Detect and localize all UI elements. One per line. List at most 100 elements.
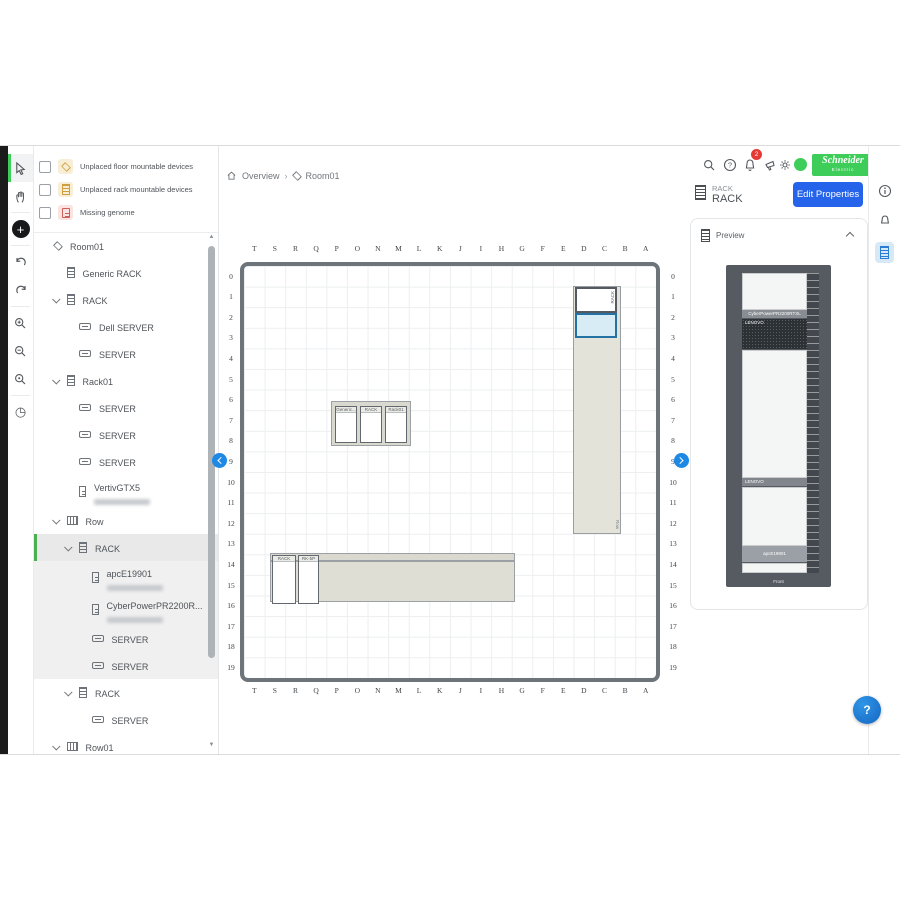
select-tool-button[interactable] [8,154,33,182]
grid-column-label: K [429,244,450,253]
pan-tool-button[interactable] [8,182,33,210]
room-icon [54,242,62,250]
schneider-electric-logo: Schneider Electric [812,154,874,176]
grid-row-label: 11 [223,498,239,507]
tree-item-row01[interactable]: Row01 [34,733,218,754]
tree-scrollbar[interactable]: ▲ ▼ [207,234,216,748]
floating-help-button[interactable]: ? [853,696,881,724]
help-button[interactable]: ? [722,157,738,173]
canvas-rack-group[interactable]: Generic... RACK Rack01 [331,401,411,446]
undo-icon [14,255,28,269]
tree-item-server[interactable]: SERVER [34,706,218,733]
add-device-button[interactable]: + [8,215,33,243]
tree-item-server[interactable]: SERVER [34,625,218,652]
canvas-rack-selected[interactable] [575,313,617,338]
zoom-reset-button[interactable] [8,365,33,393]
grid-row-label: 7 [223,416,239,425]
server-icon [79,458,91,465]
tree-item-dell-server[interactable]: Dell SERVER [34,313,218,340]
edit-properties-button[interactable]: Edit Properties [793,182,863,207]
preview-header: Preview [701,229,744,242]
preview-card: Preview CyberPowerPR2200RTXL LENOVO LENO… [690,218,868,610]
scroll-up-icon[interactable]: ▲ [207,234,216,240]
chevron-down-icon[interactable] [52,376,60,384]
grid-row-label: 1 [223,292,239,301]
tree-item-label: Rack01 [83,377,114,387]
collapse-left-panel-button[interactable] [212,453,227,468]
tree-item-vertivgtx5[interactable]: VertivGTX5 [34,475,218,507]
tree-item-generic-rack[interactable]: Generic RACK [34,259,218,286]
account-status-indicator[interactable] [794,158,807,171]
zoom-out-button[interactable] [8,337,33,365]
feedback-button[interactable] [762,157,778,173]
filter-label: Missing genome [80,208,135,217]
tree-item-rack[interactable]: RACK [34,286,218,313]
undo-button[interactable] [8,248,33,276]
notification-badge: 2 [751,149,762,160]
chevron-down-icon[interactable] [52,295,60,303]
tree-item-rack[interactable]: RACK [34,679,218,706]
canvas-rack[interactable]: RACK [272,555,296,604]
settings-button[interactable] [777,157,793,173]
canvas-rack[interactable]: RACK [360,406,382,443]
filter-row[interactable]: Missing genome [34,201,218,224]
chevron-down-icon[interactable] [52,742,60,750]
grid-row-label: 7 [665,416,681,425]
canvas-rack[interactable]: Rack01 [385,406,407,443]
checkbox[interactable] [39,184,51,196]
filter-row[interactable]: Unplaced floor mountable devices [34,155,218,178]
grid-row-label: 13 [665,539,681,548]
tree-item-cyberpowerpr2200r-[interactable]: CyberPowerPR2200R... [34,593,218,625]
search-button[interactable] [701,157,717,173]
chevron-up-icon[interactable] [846,232,854,240]
tree-item-rack01[interactable]: Rack01 [34,367,218,394]
tree-item-server[interactable]: SERVER [34,394,218,421]
rack-label: RACK [610,291,615,304]
breadcrumb-separator: › [285,171,288,181]
grid-column-label: G [512,686,533,695]
checkbox[interactable] [39,207,51,219]
tree-item-label: RACK [95,689,120,699]
scroll-down-icon[interactable]: ▼ [207,742,216,748]
zoom-in-button[interactable] [8,309,33,337]
rack-icon [695,185,706,200]
window-left-edge [0,146,8,754]
rack-panel-toggle-active[interactable] [875,242,894,263]
tree-item-server[interactable]: SERVER [34,340,218,367]
pdu-icon [92,604,99,615]
grid-column-label: H [491,244,512,253]
tree-item-label: VertivGTX5 [94,483,140,493]
grid-column-label: T [244,244,265,253]
info-button[interactable] [877,183,893,199]
chevron-down-icon[interactable] [64,688,72,696]
chevron-down-icon[interactable] [52,516,60,524]
canvas-rack[interactable]: RK-bP [298,555,319,604]
tree-item-label: SERVER [112,716,149,726]
expand-right-panel-button[interactable] [674,453,689,468]
alarms-button[interactable] [877,212,893,228]
tree-item-row[interactable]: Row [34,507,218,534]
scrollbar-thumb[interactable] [208,246,215,658]
tree-item-server[interactable]: SERVER [34,448,218,475]
checkbox[interactable] [39,161,51,173]
grid-column-label: S [265,686,286,695]
canvas-rack[interactable]: RACK [575,287,617,313]
grid-row-label: 5 [665,375,681,384]
breadcrumb-overview[interactable]: Overview [242,171,280,181]
grid-row-label: 0 [223,272,239,281]
grid-column-label: I [471,686,492,695]
grid-column-label: S [265,244,286,253]
tree-item-server[interactable]: SERVER [34,652,218,679]
grid-row-label: 8 [665,436,681,445]
grid-column-label: Q [306,244,327,253]
tree-item-server[interactable]: SERVER [34,421,218,448]
canvas-rack[interactable]: Generic... [335,406,357,443]
chevron-down-icon[interactable] [64,543,72,551]
tree-item-room01[interactable]: Room01 [34,232,218,259]
redo-button[interactable] [8,276,33,304]
breadcrumb-room[interactable]: Room01 [306,171,340,181]
tree-item-rack[interactable]: RACK [34,534,218,561]
filter-row[interactable]: Unplaced rack mountable devices [34,178,218,201]
tree-item-apce19901[interactable]: apcE19901 [34,561,218,593]
history-button[interactable]: ◷ [8,398,33,426]
